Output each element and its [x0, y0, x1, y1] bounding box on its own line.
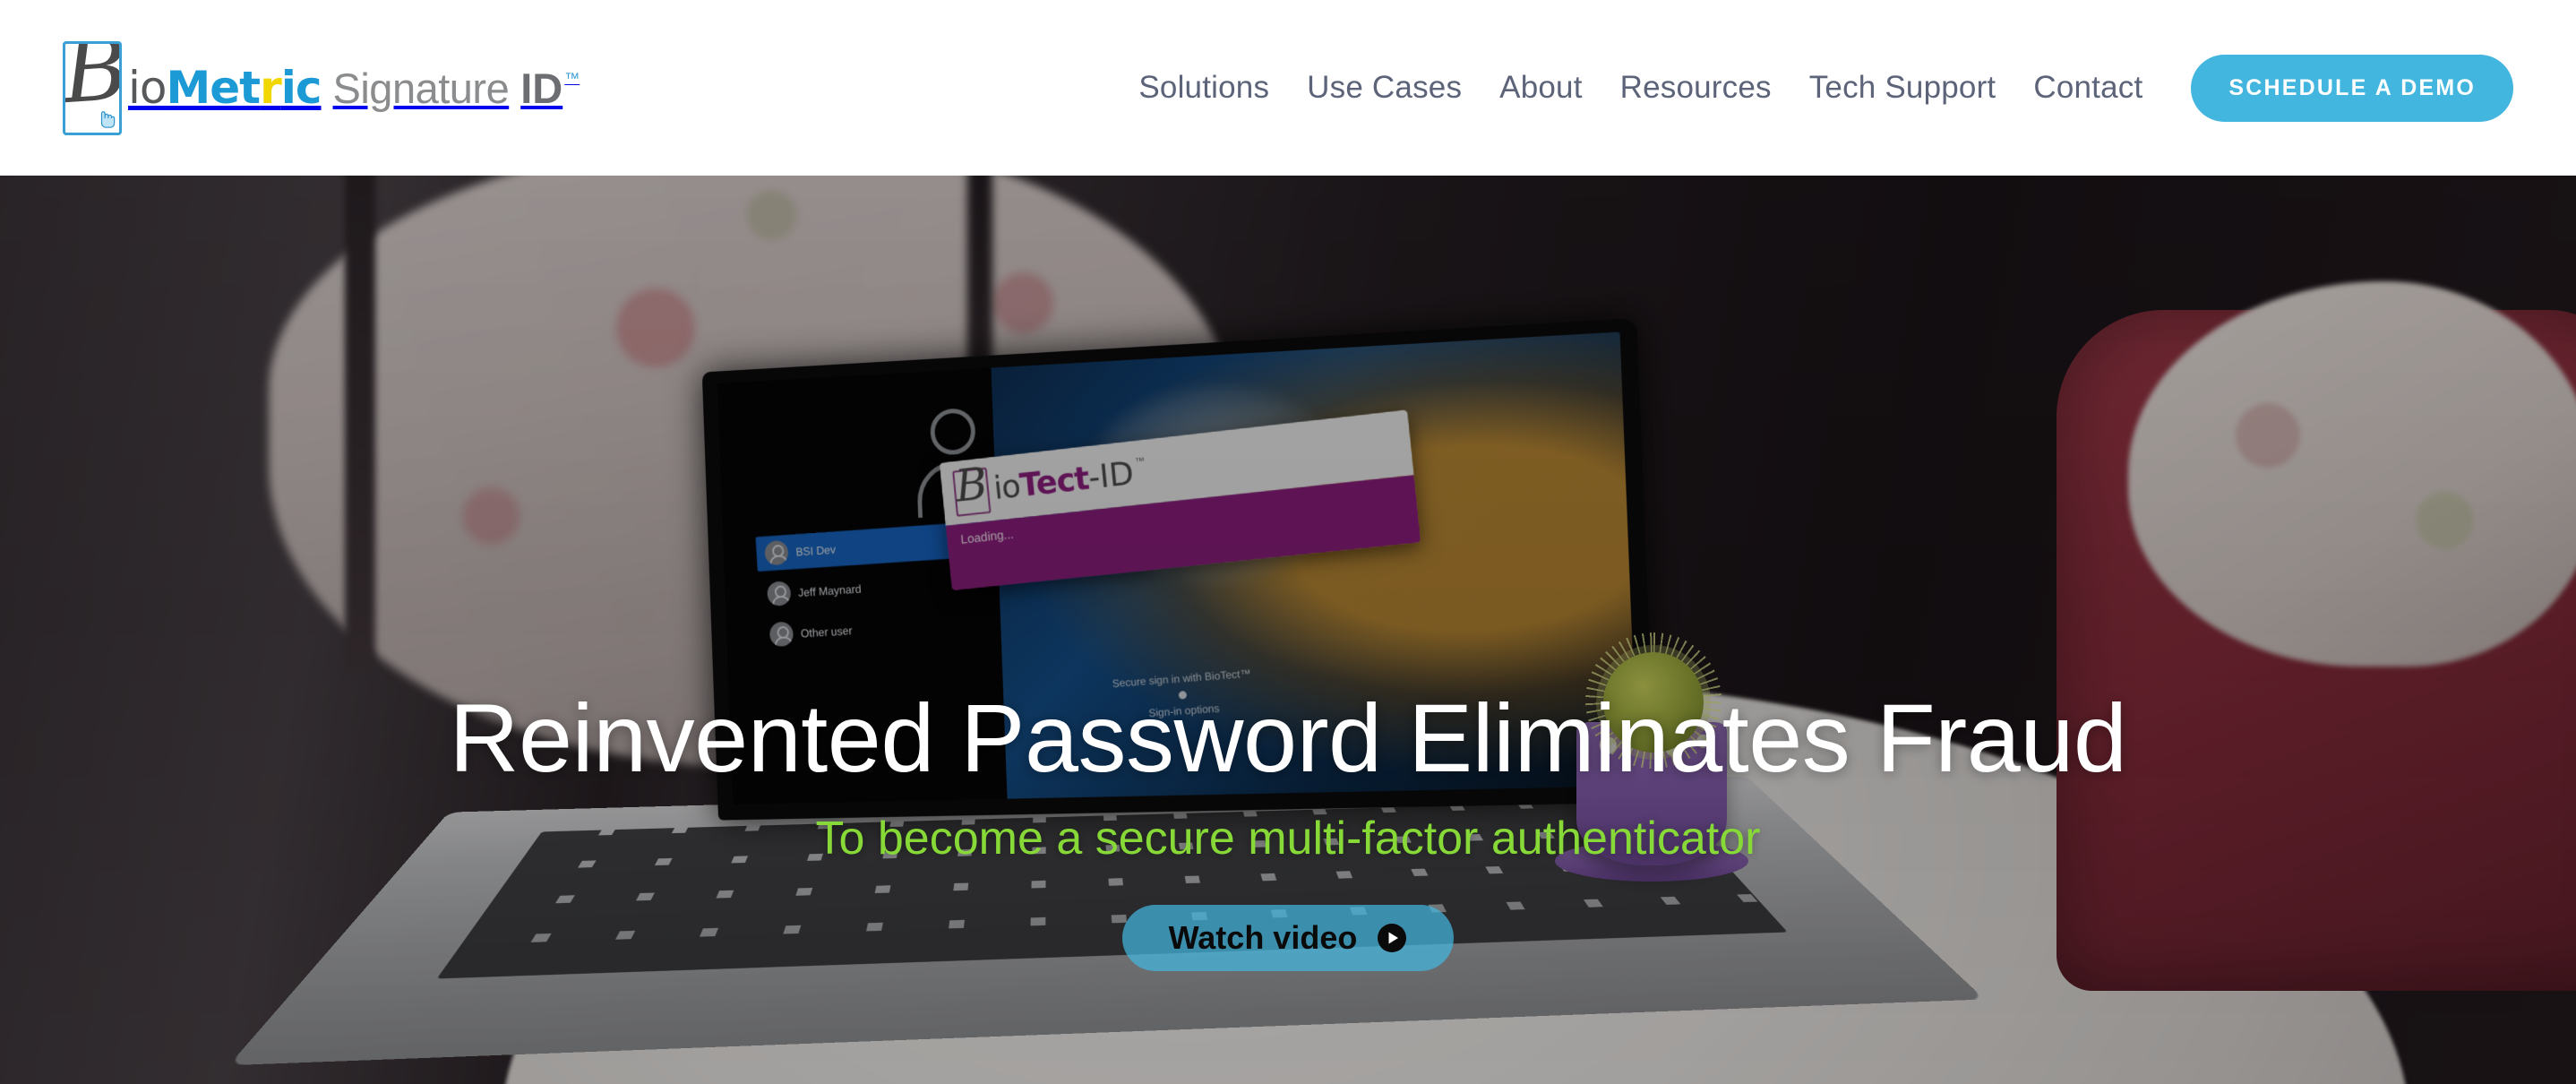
- logo-mark-letter: B: [63, 40, 122, 123]
- wordmark-ic: ic: [280, 62, 322, 114]
- hero-content: Reinvented Password Eliminates Fraud To …: [0, 176, 2576, 1084]
- brand-logo[interactable]: B io Metric Signature ID ™: [63, 34, 580, 142]
- nav-item-resources[interactable]: Resources: [1601, 70, 1790, 106]
- play-circle-icon: [1378, 924, 1407, 952]
- site-header: B io Metric Signature ID ™ Solutions Use …: [0, 0, 2576, 176]
- hero-headline: Reinvented Password Eliminates Fraud: [449, 684, 2127, 792]
- trademark-symbol: ™: [564, 70, 580, 87]
- brand-wordmark: io Metric Signature ID ™: [128, 65, 580, 110]
- watch-video-button[interactable]: Watch video: [1121, 905, 1455, 971]
- wordmark-signature: Signature: [332, 65, 510, 112]
- hero-subheadline: To become a secure multi-factor authenti…: [815, 813, 1761, 865]
- nav-item-use-cases[interactable]: Use Cases: [1288, 70, 1481, 106]
- nav-item-contact[interactable]: Contact: [2014, 70, 2161, 106]
- hero-section: BSI Dev Jeff Maynard Other user B: [0, 176, 2576, 1084]
- nav-item-about[interactable]: About: [1481, 70, 1601, 106]
- nav-item-solutions[interactable]: Solutions: [1120, 70, 1288, 106]
- signature-b-icon: B: [63, 40, 122, 135]
- watch-video-label: Watch video: [1168, 919, 1358, 956]
- wordmark-io: io: [128, 62, 167, 114]
- wordmark-id: ID: [520, 65, 563, 112]
- wordmark-metric: Metric: [166, 65, 322, 110]
- wordmark-r-accent: r: [260, 62, 282, 114]
- schedule-a-demo-button[interactable]: SCHEDULE A DEMO: [2191, 54, 2513, 122]
- wordmark-met: Met: [166, 62, 261, 114]
- hand-cursor-icon: [100, 110, 116, 128]
- nav-item-tech-support[interactable]: Tech Support: [1790, 70, 2015, 106]
- main-navigation: Solutions Use Cases About Resources Tech…: [1120, 54, 2576, 122]
